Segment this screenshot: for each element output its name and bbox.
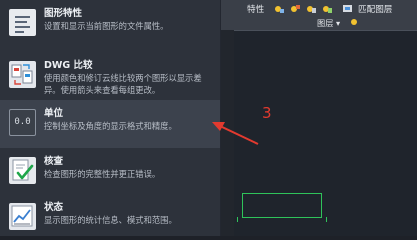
drawn-rectangle-entity[interactable] (237, 193, 327, 222)
properties-panel-label[interactable]: 特性 (247, 3, 264, 15)
menu-item-units[interactable]: 0.0 单位 控制坐标及角度的显示格式和精度。 (0, 100, 221, 148)
menu-item-dwg-compare[interactable]: DWG 比较 使用颜色和修订云线比较两个图形以显示差异。使用箭头来查看每组更改。 (0, 52, 221, 100)
application-menu-panel: 图形特性 设置和显示当前图形的文件属性。 DWG 比较 使用颜色和修订云线比较两… (0, 0, 221, 236)
match-layer-icon[interactable] (342, 3, 354, 14)
units-icon: 0.0 (9, 109, 36, 136)
menu-item-description: 控制坐标及角度的显示格式和精度。 (44, 121, 177, 131)
menu-item-description: 检查图形的完整性并更正错误。 (44, 169, 161, 179)
menu-item-title: 图形特性 (44, 8, 83, 19)
menu-item-title: 单位 (44, 108, 64, 119)
step-number-annotation: 3 (262, 104, 272, 122)
menu-item-description: 显示图形的统计信息、模式和范围。 (44, 215, 177, 225)
menu-item-status[interactable]: 状态 显示图形的统计信息、模式和范围。 (0, 194, 221, 240)
drawing-properties-icon (9, 9, 36, 36)
menu-item-title: DWG 比较 (44, 60, 93, 71)
menu-item-description: 设置和显示当前图形的文件属性。 (44, 21, 169, 31)
layer-lock-icon[interactable] (305, 3, 317, 14)
audit-check-icon (9, 157, 36, 184)
units-icon-text: 0.0 (14, 117, 31, 127)
ribbon-bar: 特性 匹配图层 图层 ▾ (221, 0, 417, 30)
match-layer-label[interactable]: 匹配图层 (358, 3, 392, 15)
layer-sun-icon[interactable] (273, 3, 285, 14)
menu-item-title: 状态 (44, 202, 64, 213)
layer-state-icon[interactable] (349, 16, 361, 27)
status-icon (9, 203, 36, 230)
dwg-compare-icon (9, 61, 36, 88)
menu-item-description: 使用颜色和修订云线比较两个图形以显示差异。使用箭头来查看每组更改。 (44, 73, 202, 95)
menu-item-drawing-properties[interactable]: 图形特性 设置和显示当前图形的文件属性。 (0, 0, 221, 48)
menu-item-audit[interactable]: 核查 检查图形的完整性并更正错误。 (0, 148, 221, 196)
menu-item-title: 核查 (44, 156, 64, 167)
canvas-left-edge (221, 30, 234, 236)
layer-color-icon[interactable] (321, 3, 333, 14)
layers-panel-label[interactable]: 图层 ▾ (317, 17, 340, 29)
layer-freeze-icon[interactable] (289, 3, 301, 14)
